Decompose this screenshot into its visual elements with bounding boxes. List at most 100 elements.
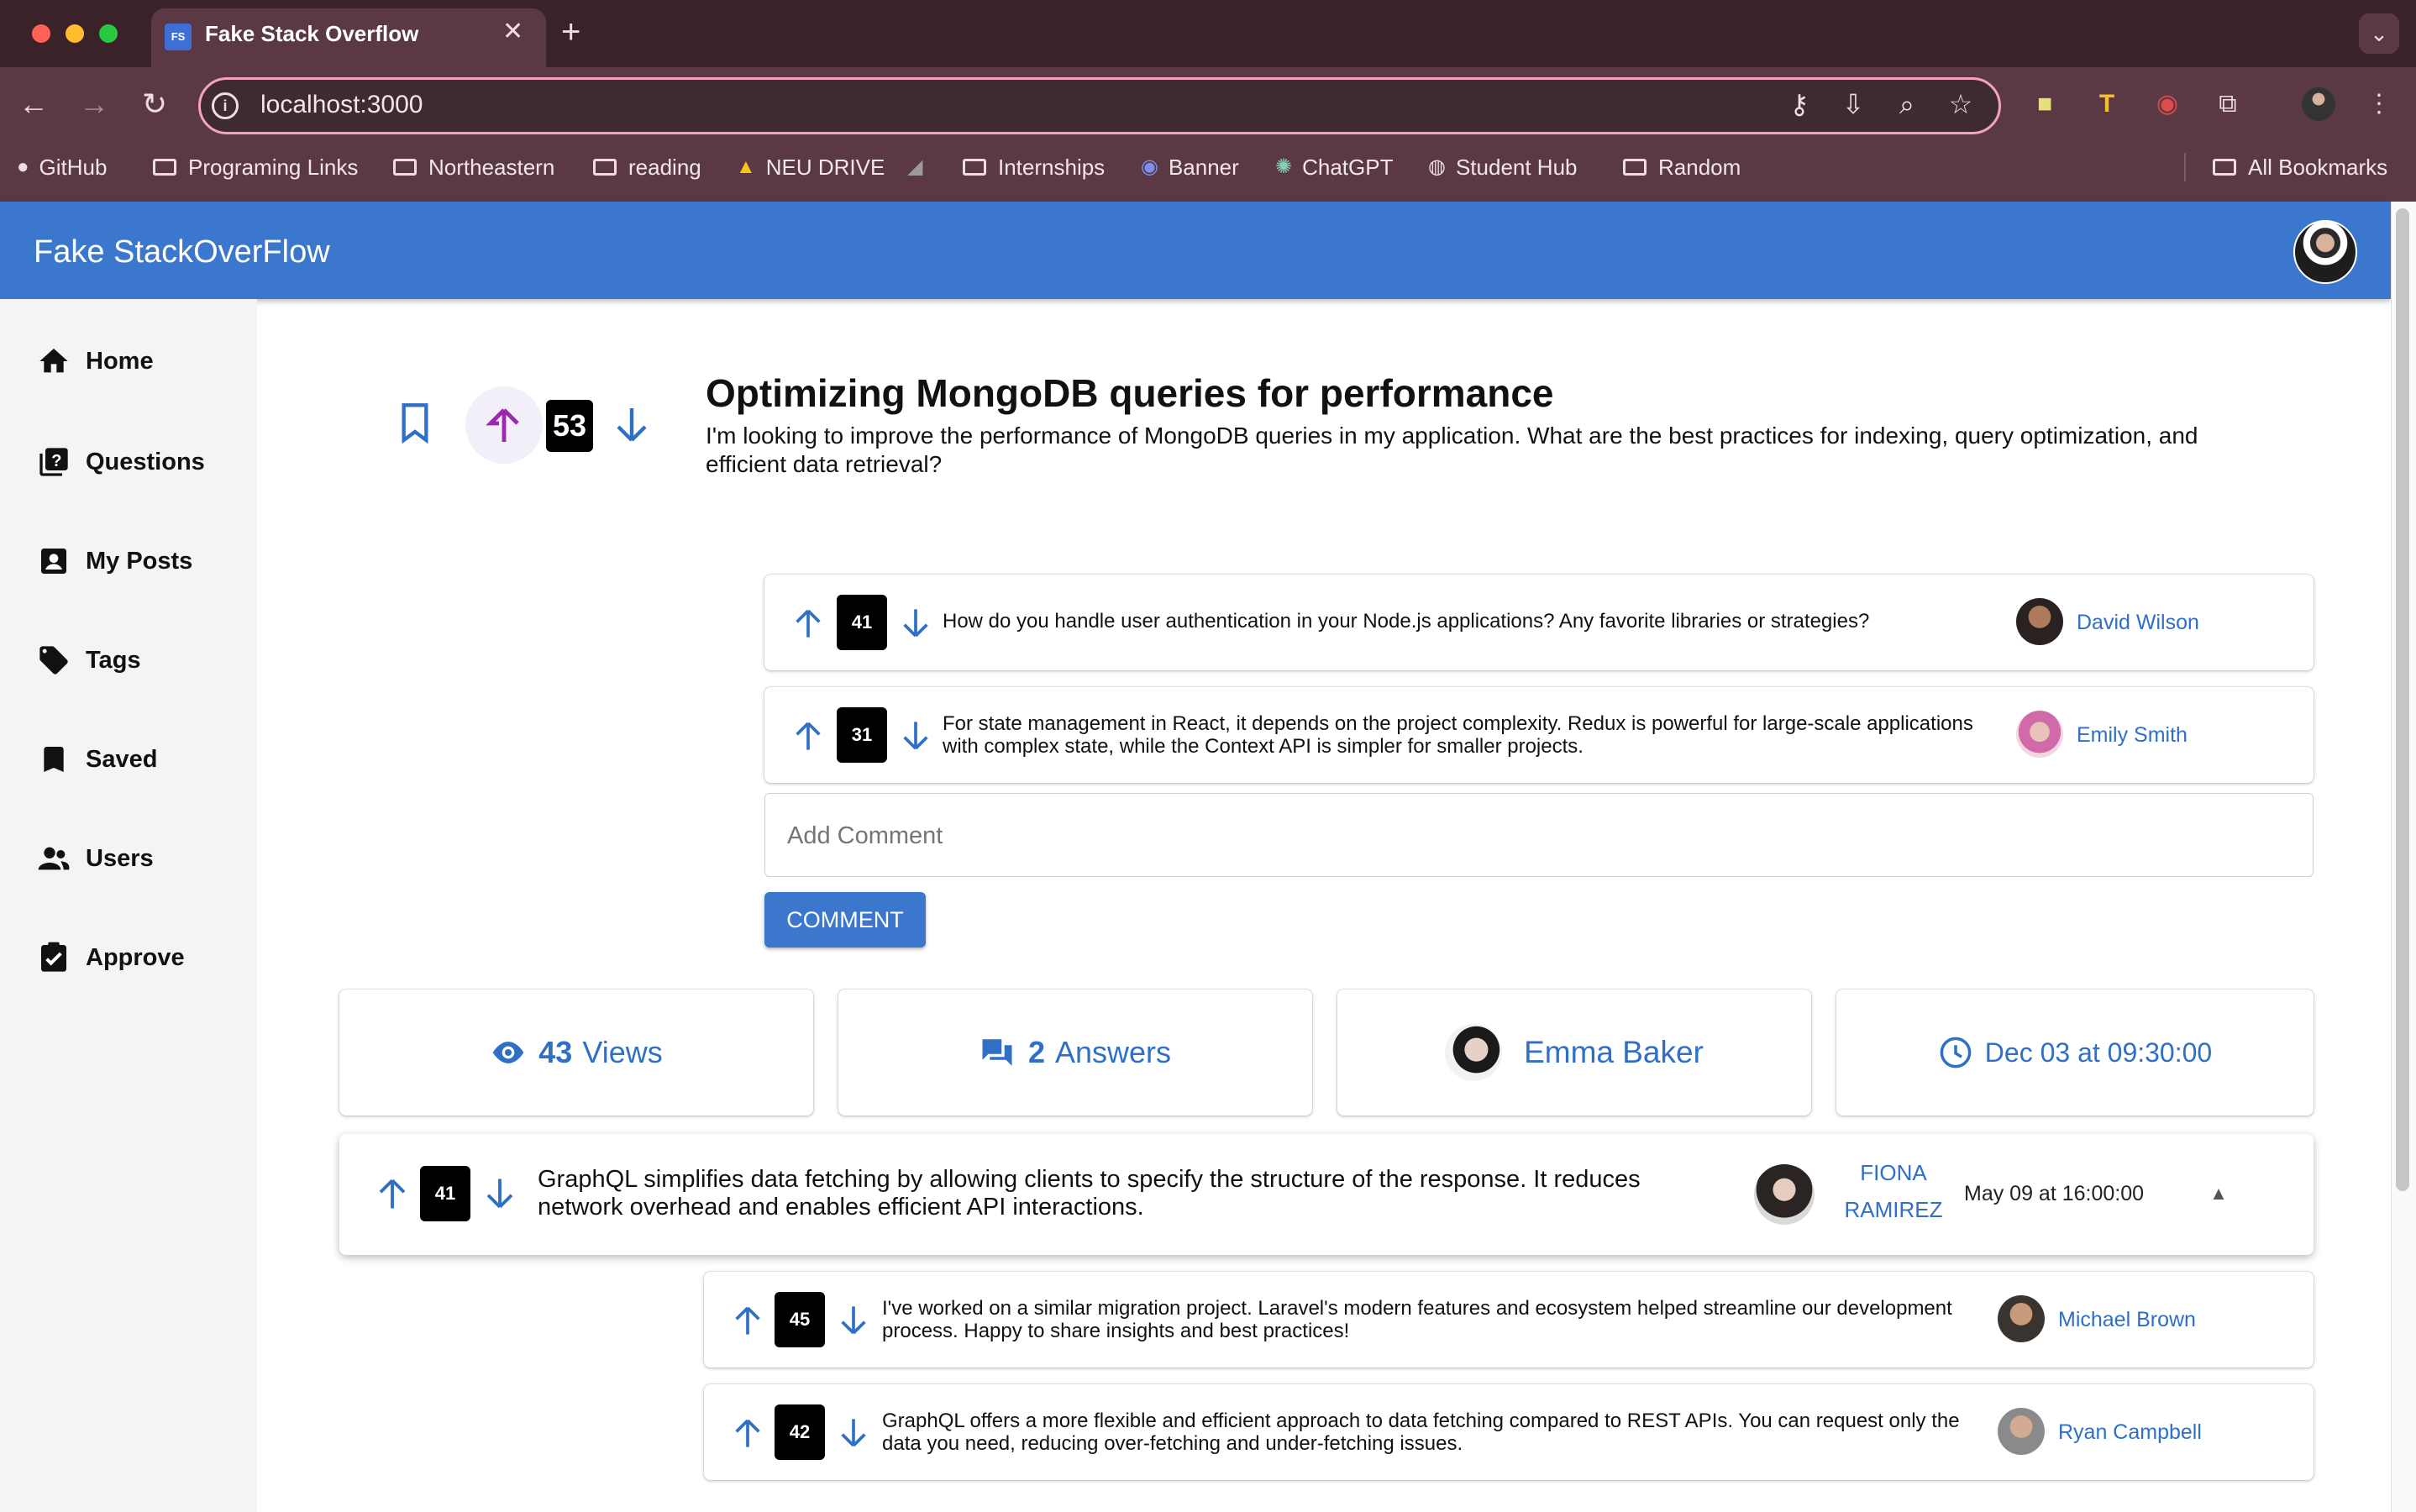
date-card: Dec 03 at 09:30:00 [1836,990,2314,1116]
bookmark-programing-links[interactable]: Programing Links [153,153,358,181]
comment-text: GraphQL offers a more flexible and effic… [882,1410,1960,1455]
extension-flag-icon[interactable]: ◉ [2149,87,2186,121]
bookmark-reading[interactable]: reading [593,153,701,181]
sidebar-item-questions[interactable]: ? Questions [37,445,205,479]
bookmark-label: Programing Links [188,155,359,180]
save-bookmark-icon[interactable] [398,402,432,445]
install-app-icon[interactable]: ⇩ [1835,87,1872,121]
answer-date: May 09 at 16:00:00 [1964,1182,2145,1205]
arrow-up-icon[interactable] [791,606,825,640]
comment-author-link[interactable]: Michael Brown [2058,1307,2196,1332]
add-comment-field[interactable] [764,793,2314,878]
scrollbar-thumb[interactable] [2396,208,2409,1191]
bookmark-unnamed[interactable]: ◢ [907,153,932,181]
extension-notes-icon[interactable]: ■ [2026,87,2063,121]
folder-icon [963,159,986,176]
user-avatar[interactable] [2293,220,2357,284]
arrow-down-icon[interactable] [837,1304,870,1337]
question-author-link[interactable]: Emma Baker [1524,1035,1704,1070]
bookmark-northeastern[interactable]: Northeastern [393,153,554,181]
bookmark-banner[interactable]: ◉ Banner [1141,153,1239,181]
profile-avatar[interactable] [2302,87,2335,121]
answer-vote-count: 41 [420,1166,470,1221]
views-card: 43 Views [339,990,813,1116]
bookmark-student-hub[interactable]: ◍ Student Hub [1428,153,1578,181]
password-key-icon[interactable]: ⚷ [1781,87,1818,121]
avatar [1998,1408,2045,1455]
app-title[interactable]: Fake StackOverFlow [34,232,330,272]
site-info-icon[interactable]: i [212,92,239,119]
extension-t-icon[interactable]: T [2088,87,2125,121]
comment-author-link[interactable]: Ryan Campbell [2058,1420,2202,1445]
bookmarks-divider [2184,153,2186,181]
bookmark-neu-drive[interactable]: ▲ NEU DRIVE [736,153,885,181]
window-minimize-button[interactable] [66,24,84,43]
answer-text: GraphQL simplifies data fetching by allo… [538,1166,1641,1221]
comment-card: 45 I've worked on a similar migration pr… [704,1272,2314,1368]
avatar [2016,711,2063,758]
bookmark-chatgpt[interactable]: ✺ ChatGPT [1275,153,1393,181]
arrow-up-icon[interactable] [375,1176,410,1211]
comment-button[interactable]: COMMENT [764,892,926,948]
comment-author-link[interactable]: Emily Smith [2077,722,2188,748]
window-maximize-button[interactable] [99,24,118,43]
window-close-button[interactable] [32,24,50,43]
sidebar-item-label: Home [86,348,154,375]
bookmark-label: NEU DRIVE [765,155,885,180]
home-icon [39,349,68,373]
bookmark-label: Northeastern [428,155,555,180]
bookmark-random[interactable]: Random [1623,153,1741,181]
zoom-icon[interactable]: ⌕ [1888,87,1925,121]
bookmark-label: Student Hub [1455,155,1578,180]
add-comment-input[interactable] [785,794,2284,878]
address-bar[interactable] [198,77,2001,134]
sidebar-item-users[interactable]: Users [37,842,154,875]
back-icon[interactable]: ← [13,84,54,124]
collapse-caret-icon[interactable]: ▲ [2208,1181,2230,1206]
bookmark-star-icon[interactable]: ☆ [1942,87,1979,121]
avatar [1998,1295,2045,1342]
answer-author-link[interactable]: FIONA RAMIREZ [1835,1154,1952,1228]
sidebar-item-saved[interactable]: Saved [37,743,157,776]
arrow-down-icon[interactable] [837,1416,870,1450]
arrow-down-icon[interactable] [899,606,932,640]
comment-text: For state management in React, it depend… [943,712,1973,758]
avatar [2016,598,2063,645]
arrow-up-icon[interactable] [731,1416,764,1450]
arrow-down-icon[interactable] [482,1176,517,1211]
arrow-up-icon[interactable] [731,1304,764,1337]
browser-menu-icon[interactable]: ⋮ [2361,87,2398,121]
bookmark-label: ChatGPT [1302,155,1394,180]
bookmark-github[interactable]: ● GitHub [17,153,107,181]
sidebar-item-label: Tags [86,647,141,674]
reload-icon[interactable]: ↻ [134,84,175,124]
clock-icon [1940,1037,1972,1068]
arrow-up-icon[interactable] [791,719,825,753]
forward-icon[interactable]: → [74,84,114,124]
sidebar-item-label: Approve [86,944,185,971]
new-tab-icon[interactable]: + [561,12,580,52]
sidebar-item-tags[interactable]: Tags [37,643,141,677]
answers-card: 2 Answers [838,990,1312,1116]
tab-search-chevron-icon[interactable]: ⌄ [2359,13,2399,54]
extensions-puzzle-icon[interactable]: ⧉ [2209,87,2246,121]
all-bookmarks[interactable]: All Bookmarks [2213,153,2387,181]
comment-author-link[interactable]: David Wilson [2077,610,2199,635]
svg-text:?: ? [51,452,61,470]
sidebar-item-approve[interactable]: Approve [37,941,185,974]
question-downvote-icon[interactable] [612,405,652,445]
question-upvote-button[interactable] [465,386,543,464]
chatgpt-icon: ✺ [1275,155,1293,178]
comment-card: 42 GraphQL offers a more flexible and ef… [704,1384,2314,1480]
arrow-down-icon[interactable] [899,719,932,753]
tab-close-icon[interactable]: ✕ [502,15,523,49]
address-url[interactable]: localhost:3000 [260,88,423,122]
bookmark-internships[interactable]: Internships [963,153,1105,181]
question-title: Optimizing MongoDB queries for performan… [706,371,1554,415]
folder-icon [2213,159,2236,176]
forum-icon [982,1039,1012,1066]
sidebar-item-home[interactable]: Home [37,344,154,378]
sidebar-item-my-posts[interactable]: My Posts [37,544,192,578]
drive-icon: ▲ [736,155,756,178]
answer-author-last: RAMIREZ [1844,1197,1943,1222]
